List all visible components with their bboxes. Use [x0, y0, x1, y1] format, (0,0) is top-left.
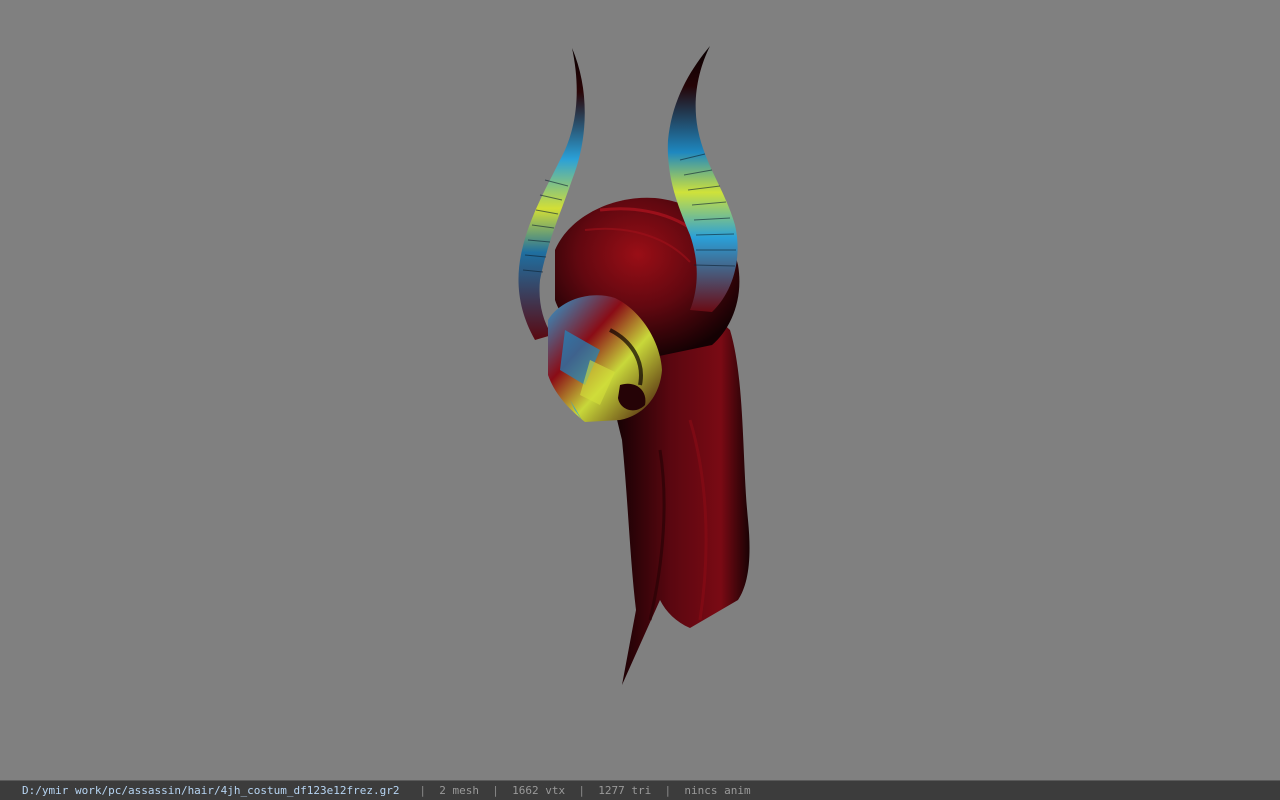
triangle-count: 1277 tri: [598, 784, 652, 797]
status-separator: |: [419, 784, 426, 797]
vertex-count: 1662 vtx: [512, 784, 566, 797]
status-separator: |: [578, 784, 585, 797]
mesh-count: 2 mesh: [439, 784, 479, 797]
file-path: D:/ymir work/pc/assassin/hair/4jh_costum…: [22, 784, 400, 797]
status-separator: |: [664, 784, 672, 797]
3d-viewport[interactable]: [0, 0, 1280, 780]
model-render: [518, 46, 750, 685]
status-separator: |: [492, 784, 499, 797]
animation-status: nincs anim: [684, 784, 751, 797]
status-bar: D:/ymir work/pc/assassin/hair/4jh_costum…: [0, 780, 1280, 800]
